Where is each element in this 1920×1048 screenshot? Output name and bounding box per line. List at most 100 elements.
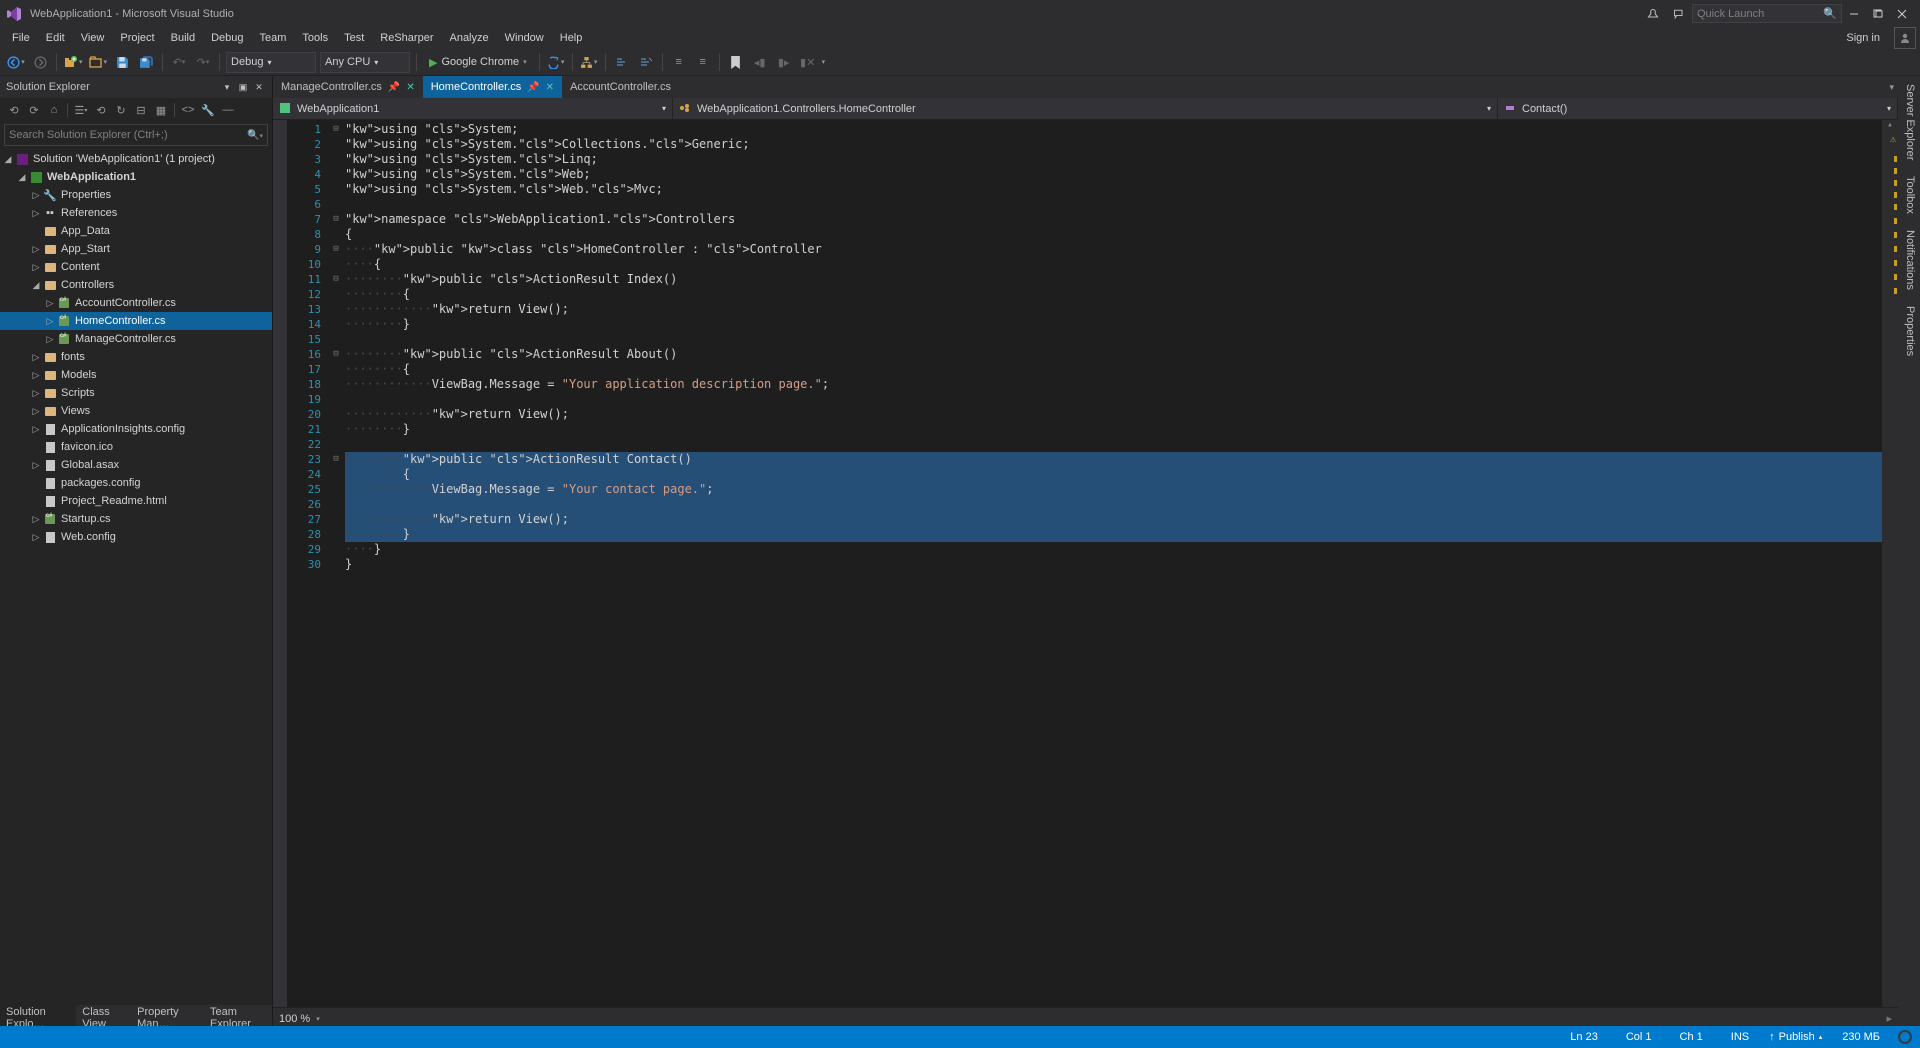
tab-notifications[interactable]: Notifications xyxy=(1900,222,1918,298)
tree-manage-controller[interactable]: ▷ManageController.cs xyxy=(0,330,272,348)
menu-view[interactable]: View xyxy=(73,30,113,46)
close-button[interactable] xyxy=(1890,4,1914,24)
tab-account[interactable]: AccountController.cs xyxy=(562,76,679,98)
hscroll-right-icon[interactable]: ▸ xyxy=(1886,1012,1892,1025)
nav-fwd-button[interactable] xyxy=(29,51,51,73)
tab-server-explorer[interactable]: Server Explorer xyxy=(1900,76,1918,168)
save-all-button[interactable] xyxy=(135,51,157,73)
uncomment-button[interactable] xyxy=(635,51,657,73)
prev-bookmark-icon[interactable]: ◂▮ xyxy=(749,51,771,73)
scroll-map[interactable]: ▴ ⚠ xyxy=(1882,120,1898,1007)
code-editor[interactable]: 1234567891011121314151617181920212223242… xyxy=(273,120,1898,1007)
user-avatar-icon[interactable] xyxy=(1894,27,1916,49)
nav-member-dropdown[interactable]: Contact()▾ xyxy=(1498,98,1898,119)
tab-home[interactable]: HomeController.cs📌✕ xyxy=(423,76,562,98)
save-button[interactable] xyxy=(111,51,133,73)
sign-in-link[interactable]: Sign in xyxy=(1838,30,1888,46)
home-icon[interactable]: ⟲ xyxy=(5,101,23,119)
tree-references[interactable]: ▷▪▪References xyxy=(0,204,272,222)
browser-link-button[interactable]: ▾ xyxy=(545,51,567,73)
code-body[interactable]: "kw">using "cls">System;"kw">using "cls"… xyxy=(343,120,1882,1007)
quick-launch-input[interactable]: Quick Launch 🔍 xyxy=(1692,4,1842,23)
scope-icon[interactable]: ☰▾ xyxy=(72,101,90,119)
pin-icon[interactable]: 📌 xyxy=(388,82,400,93)
notifications-icon[interactable] xyxy=(1643,4,1663,24)
breakpoint-margin[interactable] xyxy=(273,120,287,1007)
tree-views[interactable]: ▷Views xyxy=(0,402,272,420)
tree-favicon[interactable]: favicon.ico xyxy=(0,438,272,456)
indent-less-button[interactable]: ≡ xyxy=(668,51,690,73)
sync-icon[interactable]: ⟲ xyxy=(92,101,110,119)
pin-icon[interactable]: 📌 xyxy=(527,82,539,93)
tree-properties[interactable]: ▷🔧Properties xyxy=(0,186,272,204)
properties-icon[interactable]: 🔧 xyxy=(199,101,217,119)
close-icon[interactable]: ✕ xyxy=(546,82,554,93)
home2-icon[interactable]: ⟳ xyxy=(25,101,43,119)
publish-button[interactable]: ↑Publish▴ xyxy=(1769,1031,1822,1043)
nav-scope-dropdown[interactable]: WebApplication1▾ xyxy=(273,98,673,119)
tree-controllers[interactable]: ◢Controllers xyxy=(0,276,272,294)
tree-appinsights[interactable]: ▷ApplicationInsights.config xyxy=(0,420,272,438)
indent-more-button[interactable]: ≡ xyxy=(692,51,714,73)
refresh-icon[interactable]: ↻ xyxy=(112,101,130,119)
collapse-icon[interactable]: ⊟ xyxy=(132,101,150,119)
nav-back-button[interactable]: ▾ xyxy=(5,51,27,73)
pin-icon[interactable]: ▣ xyxy=(236,82,250,93)
undo-button[interactable]: ↶▾ xyxy=(168,51,190,73)
tree-webconfig[interactable]: ▷Web.config xyxy=(0,528,272,546)
view-code-icon[interactable]: <> xyxy=(179,101,197,119)
solution-explorer-search[interactable]: Search Solution Explorer (Ctrl+;) 🔍▾ xyxy=(4,124,268,146)
tab-manage[interactable]: ManageController.cs📌✕ xyxy=(273,76,423,98)
solution-tree[interactable]: ◢Solution 'WebApplication1' (1 project) … xyxy=(0,148,272,1005)
minimize-button[interactable] xyxy=(1842,4,1866,24)
redo-button[interactable]: ↷▾ xyxy=(192,51,214,73)
nav-class-dropdown[interactable]: WebApplication1.Controllers.HomeControll… xyxy=(673,98,1498,119)
maximize-button[interactable] xyxy=(1866,4,1890,24)
bookmark-icon[interactable] xyxy=(725,51,747,73)
menu-test[interactable]: Test xyxy=(336,30,372,46)
pane-dropdown-icon[interactable]: ▾ xyxy=(220,82,234,93)
comment-button[interactable] xyxy=(611,51,633,73)
hierarchy-icon[interactable]: ▾ xyxy=(578,51,600,73)
menu-edit[interactable]: Edit xyxy=(38,30,73,46)
show-all-icon[interactable]: ▦ xyxy=(152,101,170,119)
tree-readme[interactable]: Project_Readme.html xyxy=(0,492,272,510)
menu-file[interactable]: File xyxy=(4,30,38,46)
start-debug-button[interactable]: ▶Google Chrome▾ xyxy=(423,52,533,73)
menu-build[interactable]: Build xyxy=(163,30,203,46)
tree-global[interactable]: ▷Global.asax xyxy=(0,456,272,474)
tree-project[interactable]: ◢WebApplication1 xyxy=(0,168,272,186)
menu-team[interactable]: Team xyxy=(252,30,295,46)
feedback-icon[interactable] xyxy=(1669,4,1689,24)
config-dropdown[interactable]: Debug▾ xyxy=(226,52,316,73)
next-bookmark-icon[interactable]: ▮▸ xyxy=(773,51,795,73)
pane-close-icon[interactable]: ✕ xyxy=(252,82,266,93)
tree-startup[interactable]: ▷Startup.cs xyxy=(0,510,272,528)
fold-column[interactable]: ⊟⊟⊟⊟⊟⊟ xyxy=(329,120,343,1007)
preview-icon[interactable]: — xyxy=(219,101,237,119)
menu-help[interactable]: Help xyxy=(552,30,591,46)
tabs-overflow-icon[interactable]: ▾ xyxy=(1889,82,1894,93)
close-icon[interactable]: ✕ xyxy=(406,82,414,93)
tree-content[interactable]: ▷Content xyxy=(0,258,272,276)
menu-window[interactable]: Window xyxy=(497,30,552,46)
menu-resharper[interactable]: ReSharper xyxy=(372,30,441,46)
clear-bookmark-icon[interactable]: ▮✕ xyxy=(797,51,819,73)
menu-tools[interactable]: Tools xyxy=(294,30,336,46)
tree-solution[interactable]: ◢Solution 'WebApplication1' (1 project) xyxy=(0,150,272,168)
tab-properties[interactable]: Properties xyxy=(1900,298,1918,364)
tree-home-controller[interactable]: ▷HomeController.cs xyxy=(0,312,272,330)
menu-project[interactable]: Project xyxy=(112,30,162,46)
tree-appstart[interactable]: ▷App_Start xyxy=(0,240,272,258)
new-project-button[interactable]: ▾ xyxy=(62,51,85,73)
open-file-button[interactable]: ▾ xyxy=(87,51,110,73)
tree-account-controller[interactable]: ▷AccountController.cs xyxy=(0,294,272,312)
tab-toolbox[interactable]: Toolbox xyxy=(1900,168,1918,222)
menu-analyze[interactable]: Analyze xyxy=(441,30,496,46)
zoom-dropdown[interactable]: 100 %▾ xyxy=(279,1013,320,1025)
tree-models[interactable]: ▷Models xyxy=(0,366,272,384)
perf-indicator-icon[interactable] xyxy=(1898,1030,1912,1044)
tree-fonts[interactable]: ▷fonts xyxy=(0,348,272,366)
menu-debug[interactable]: Debug xyxy=(203,30,251,46)
house-icon[interactable]: ⌂ xyxy=(45,101,63,119)
